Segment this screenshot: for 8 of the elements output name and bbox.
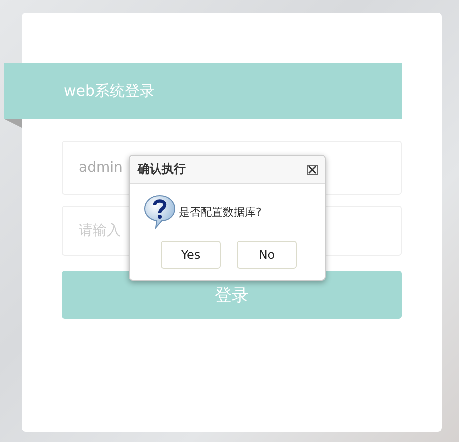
dialog-button[interactable]: No bbox=[237, 241, 297, 269]
close-icon[interactable] bbox=[307, 164, 318, 174]
dialog-title: 确认执行 bbox=[138, 161, 186, 178]
dialog-button[interactable]: Yes bbox=[161, 241, 221, 269]
banner-fold bbox=[4, 119, 22, 128]
dialog-message: 是否配置数据库? bbox=[179, 204, 262, 220]
question-icon bbox=[144, 195, 176, 229]
login-title: web系统登录 bbox=[64, 82, 156, 100]
